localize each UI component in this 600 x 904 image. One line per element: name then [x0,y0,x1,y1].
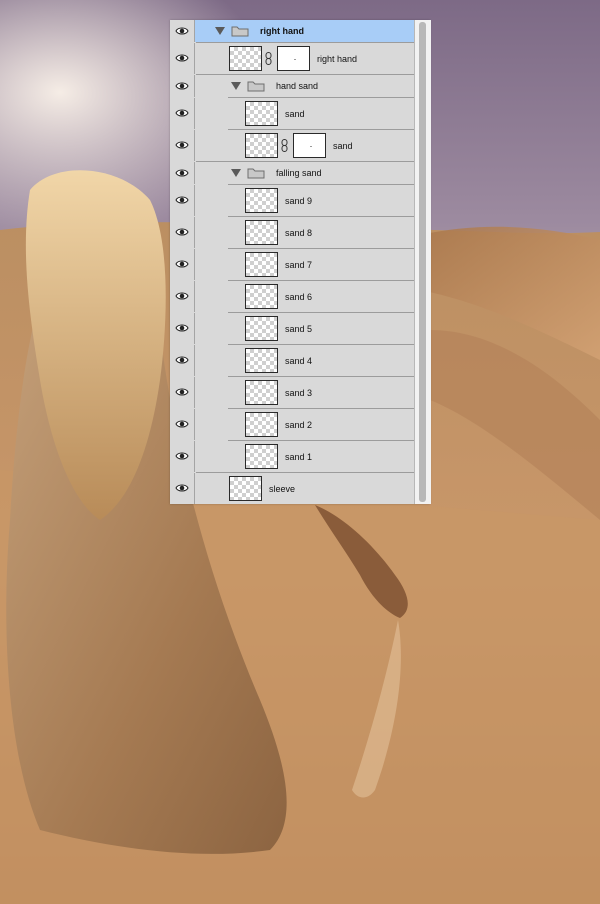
triangle-down-icon[interactable] [215,27,225,35]
layer-label: sand 3 [285,388,313,398]
eye-icon[interactable] [175,291,189,301]
visibility-column [170,43,195,74]
layer-thumbnail[interactable] [229,46,262,71]
eye-icon[interactable] [175,26,189,36]
layer-mask-thumbnail[interactable] [293,133,326,158]
layer-label: sand [333,141,353,151]
layer-row-sand-6[interactable]: sand 6 [170,281,414,312]
eye-icon[interactable] [175,451,189,461]
layer-thumbnail[interactable] [245,412,278,437]
layer-row-sand-9[interactable]: sand 9 [170,185,414,216]
visibility-column [170,75,195,97]
visibility-column [170,473,195,504]
layer-label: sand 6 [285,292,313,302]
layer-label: right hand [317,54,358,64]
layer-row-sand-8[interactable]: sand 8 [170,217,414,248]
layer-row-sand-5[interactable]: sand 5 [170,313,414,344]
visibility-column [170,345,195,376]
eye-icon[interactable] [175,483,189,493]
triangle-down-icon[interactable] [231,82,241,90]
layer-thumbnail[interactable] [245,252,278,277]
layer-label: sand 1 [285,452,313,462]
folder-icon [247,81,265,92]
layer-row-sand-a[interactable]: sand [170,98,414,129]
layer-row-sand-7[interactable]: sand 7 [170,249,414,280]
visibility-column [170,313,195,344]
eye-icon[interactable] [175,53,189,63]
eye-icon[interactable] [175,419,189,429]
visibility-column [170,281,195,312]
layer-row-sand-2[interactable]: sand 2 [170,409,414,440]
layer-row-sleeve[interactable]: sleeve [170,473,414,504]
layer-thumbnail[interactable] [245,348,278,373]
eye-icon[interactable] [175,168,189,178]
folder-icon [247,168,265,179]
layer-row-sand-4[interactable]: sand 4 [170,345,414,376]
layer-thumbnail[interactable] [245,316,278,341]
visibility-column [170,162,195,184]
layers-scrollbar[interactable] [414,20,431,504]
chain-link-icon[interactable] [281,139,288,152]
layer-thumbnail[interactable] [245,380,278,405]
layer-label: sand 2 [285,420,313,430]
triangle-down-icon[interactable] [231,169,241,177]
layer-row-sand-b[interactable]: sand [170,130,414,161]
layer-label: sand [285,109,305,119]
layer-row-right-hand[interactable]: right hand [170,43,414,74]
visibility-column [170,441,195,472]
layer-thumbnail[interactable] [245,220,278,245]
folder-icon [231,26,249,37]
visibility-column [170,249,195,280]
layer-thumbnail[interactable] [245,444,278,469]
eye-icon[interactable] [175,355,189,365]
visibility-column [170,185,195,216]
layer-label: falling sand [276,168,322,178]
eye-icon[interactable] [175,81,189,91]
scrollbar-thumb[interactable] [419,22,426,502]
visibility-column [170,20,195,42]
eye-icon[interactable] [175,387,189,397]
chain-link-icon[interactable] [265,52,272,65]
eye-icon[interactable] [175,108,189,118]
eye-icon[interactable] [175,227,189,237]
layer-label: sand 8 [285,228,313,238]
layer-label: sand 7 [285,260,313,270]
eye-icon[interactable] [175,259,189,269]
visibility-column [170,98,195,129]
layer-thumbnail[interactable] [245,133,278,158]
eye-icon[interactable] [175,195,189,205]
layer-thumbnail[interactable] [245,188,278,213]
visibility-column [170,377,195,408]
layer-label: hand sand [276,81,319,91]
visibility-column [170,130,195,161]
layers-panel: right hand right hand hand sand sand san… [170,20,431,504]
eye-icon[interactable] [175,323,189,333]
layer-thumbnail[interactable] [229,476,262,501]
layer-thumbnail[interactable] [245,284,278,309]
layer-label: right hand [260,26,304,36]
layer-label: sand 4 [285,356,313,366]
layer-row-sand-1[interactable]: sand 1 [170,441,414,472]
layer-row-sand-3[interactable]: sand 3 [170,377,414,408]
eye-icon[interactable] [175,140,189,150]
layer-mask-thumbnail[interactable] [277,46,310,71]
layer-row-falling-sand-group[interactable]: falling sand [170,162,414,184]
layer-row-right-hand-group[interactable]: right hand [170,20,414,42]
visibility-column [170,409,195,440]
layer-label: sand 5 [285,324,313,334]
visibility-column [170,217,195,248]
layer-label: sand 9 [285,196,313,206]
layer-thumbnail[interactable] [245,101,278,126]
layer-label: sleeve [269,484,296,494]
layer-row-hand-sand-group[interactable]: hand sand [170,75,414,97]
